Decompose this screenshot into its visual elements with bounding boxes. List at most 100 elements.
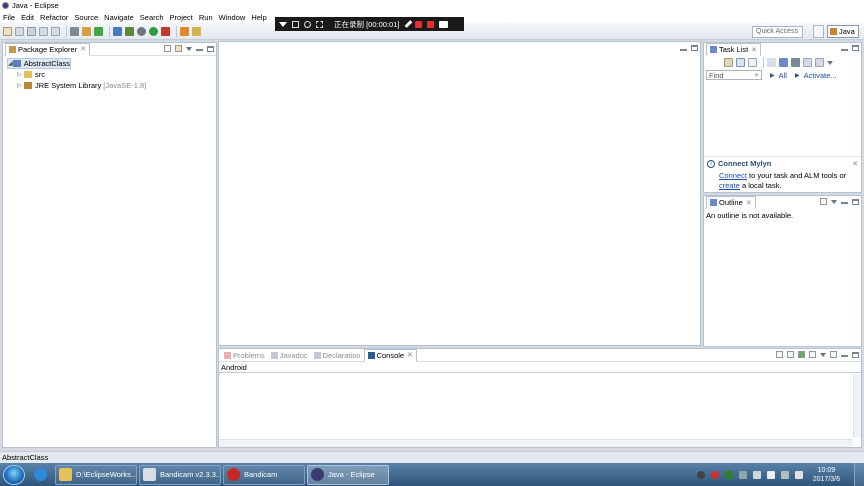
scheduled-view-icon[interactable] xyxy=(748,58,757,67)
view-menu-icon[interactable] xyxy=(820,352,826,357)
taskbar-item-explorer[interactable]: D:\EclipseWorks... xyxy=(55,464,137,485)
activate-task-link[interactable]: Activate... xyxy=(804,71,837,80)
horizontal-scrollbar[interactable] xyxy=(219,439,853,447)
tab-problems[interactable]: Problems xyxy=(221,349,268,362)
minimize-icon[interactable] xyxy=(196,49,203,51)
maximize-icon[interactable] xyxy=(691,45,698,51)
close-icon[interactable]: ✕ xyxy=(751,46,757,54)
collapse-triangle-icon[interactable] xyxy=(279,21,287,27)
tray-flag-icon[interactable] xyxy=(752,470,761,479)
collapse-all-icon[interactable] xyxy=(164,45,171,52)
new-java-class-icon[interactable] xyxy=(180,26,189,36)
new-dropdown-icon[interactable] xyxy=(15,26,24,36)
pencil-icon[interactable] xyxy=(405,20,413,28)
screen-select-icon[interactable] xyxy=(316,20,323,28)
open-perspective-icon[interactable] xyxy=(813,25,824,38)
tab-task-list[interactable]: Task List ✕ xyxy=(706,43,762,56)
close-icon[interactable]: ✕ xyxy=(80,45,86,53)
stop-icon[interactable] xyxy=(427,20,435,28)
focus-workweek-icon[interactable] xyxy=(767,58,776,67)
collapse-arrow-icon[interactable]: ▷ xyxy=(17,71,24,78)
save-icon[interactable] xyxy=(27,26,36,36)
task-check-icon[interactable] xyxy=(113,26,122,36)
show-desktop-button[interactable] xyxy=(854,463,864,486)
sdk-manager-icon[interactable] xyxy=(125,26,134,36)
tray-network-icon[interactable] xyxy=(738,470,747,479)
categorized-view-icon[interactable] xyxy=(736,58,745,67)
tray-monitor-icon[interactable] xyxy=(780,470,789,479)
maximize-icon[interactable] xyxy=(207,45,214,52)
external-tools-icon[interactable] xyxy=(161,26,170,36)
tray-app-icon[interactable] xyxy=(696,470,705,479)
start-button-icon[interactable] xyxy=(3,464,25,485)
server-icon[interactable] xyxy=(82,26,91,36)
camera-icon[interactable] xyxy=(439,20,449,28)
tree-item-src[interactable]: ▷ src xyxy=(7,69,216,80)
taskbar-item-bandicam-main[interactable]: Bandicam v2.3.3... xyxy=(139,464,221,485)
console-output[interactable] xyxy=(219,374,861,447)
tab-console[interactable]: Console ✕ xyxy=(363,348,417,362)
view-menu-icon[interactable] xyxy=(186,46,192,51)
window-mode-icon[interactable] xyxy=(292,20,299,28)
record-icon[interactable] xyxy=(415,20,423,28)
menu-refactor[interactable]: Refactor xyxy=(40,13,68,22)
minimize-icon[interactable] xyxy=(841,202,848,204)
minimize-icon[interactable] xyxy=(841,48,848,51)
settings-gear-icon[interactable] xyxy=(137,26,146,36)
tree-project-row[interactable]: ◢ AbstractClass xyxy=(7,58,71,69)
maximize-icon[interactable] xyxy=(852,198,859,205)
magnifier-icon[interactable] xyxy=(304,20,311,28)
close-icon[interactable]: ✕ xyxy=(407,351,413,359)
menu-file[interactable]: File xyxy=(3,13,15,22)
minimize-icon[interactable] xyxy=(680,48,687,51)
java-perspective-button[interactable]: Java xyxy=(827,25,859,38)
connect-link[interactable]: Connect xyxy=(719,171,747,180)
task-filter-all-link[interactable]: All xyxy=(779,71,787,80)
maximize-icon[interactable] xyxy=(852,351,859,358)
minimize-icon[interactable] xyxy=(841,355,848,357)
quick-access-input[interactable]: Quick Access xyxy=(752,26,803,38)
link-with-editor-icon[interactable] xyxy=(175,45,182,52)
synchronize-icon[interactable] xyxy=(779,58,788,67)
new-task-icon[interactable] xyxy=(724,58,733,67)
display-console-icon[interactable] xyxy=(809,351,816,358)
tab-declaration[interactable]: Declaration xyxy=(311,349,364,362)
maximize-icon[interactable] xyxy=(852,45,859,51)
close-icon[interactable]: ✕ xyxy=(852,160,858,168)
scroll-lock-icon[interactable] xyxy=(787,351,794,358)
clear-search-icon[interactable]: ✕ xyxy=(754,72,759,79)
menu-window[interactable]: Window xyxy=(219,13,246,22)
open-type-icon[interactable] xyxy=(192,26,201,36)
menu-navigate[interactable]: Navigate xyxy=(104,13,134,22)
clear-console-icon[interactable] xyxy=(776,351,783,358)
tree-item-jre[interactable]: ▷ JRE System Library [JavaSE-1.8] xyxy=(7,80,216,91)
create-link[interactable]: create xyxy=(719,181,740,190)
taskbar-clock[interactable]: 10:09 2017/3/6 xyxy=(813,466,840,484)
menu-help[interactable]: Help xyxy=(251,13,266,22)
menu-project[interactable]: Project xyxy=(170,13,193,22)
tab-outline[interactable]: Outline ✕ xyxy=(706,196,756,209)
tray-volume-icon[interactable] xyxy=(794,470,803,479)
collapse-all-icon[interactable] xyxy=(803,58,812,67)
task-find-input[interactable]: Find ✕ xyxy=(706,70,762,80)
taskbar-item-eclipse[interactable]: Java - Eclipse xyxy=(307,464,389,485)
sort-icon[interactable] xyxy=(820,198,827,205)
tray-ime-icon[interactable] xyxy=(766,470,775,479)
hide-completed-icon[interactable] xyxy=(791,58,800,67)
device-icon[interactable] xyxy=(94,26,103,36)
pin-console-icon[interactable] xyxy=(798,351,805,358)
view-menu-icon[interactable] xyxy=(827,60,833,65)
tab-package-explorer[interactable]: Package Explorer ✕ xyxy=(5,42,91,56)
view-menu-icon[interactable] xyxy=(831,199,837,204)
menu-source[interactable]: Source xyxy=(74,13,98,22)
tab-javadoc[interactable]: Javadoc xyxy=(268,349,311,362)
collapse-arrow-icon[interactable]: ▷ xyxy=(17,82,24,89)
save-all-icon[interactable] xyxy=(39,26,48,36)
new-file-icon[interactable] xyxy=(3,26,12,36)
menu-edit[interactable]: Edit xyxy=(21,13,34,22)
expand-all-icon[interactable] xyxy=(815,58,824,67)
tray-security-icon[interactable] xyxy=(724,470,733,479)
debug-tool-icon[interactable] xyxy=(70,26,79,36)
taskbar-item-bandicam[interactable]: Bandicam xyxy=(223,464,305,485)
print-icon[interactable] xyxy=(51,26,60,36)
